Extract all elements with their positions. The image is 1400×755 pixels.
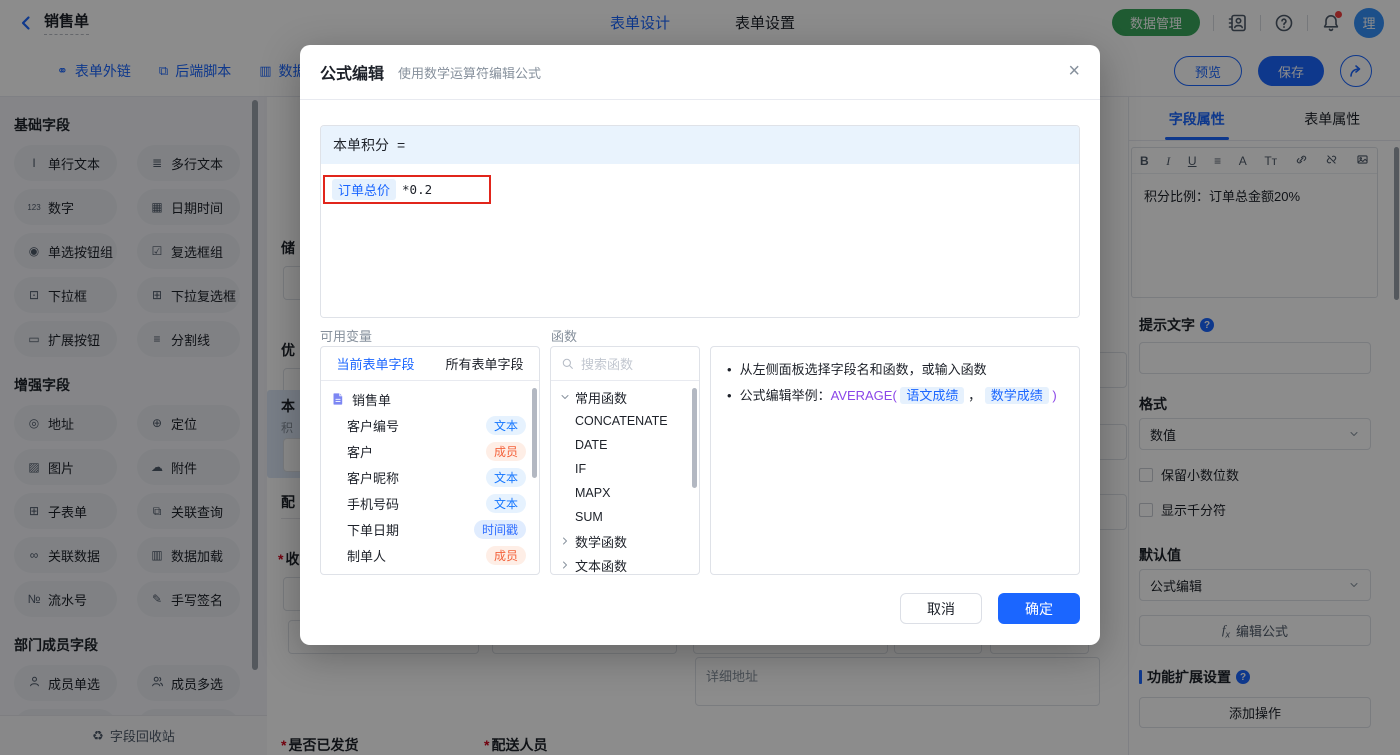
example-field-chip: 数学成绩 [984,387,1049,404]
function-group[interactable]: 常用函数 [551,385,699,409]
functions-panel: 搜索函数 常用函数 CONCATENATE DATE IF MAPX SUM 数学函数文本函… [550,346,700,575]
formula-content[interactable]: 订单总价 *0.2 [321,164,1079,317]
equals-sign: = [397,137,406,153]
formula-target-strip: 本单积分 = [321,126,1079,164]
variables-tabs: 当前表单字段 所有表单字段 [321,347,539,381]
form-tree-node[interactable]: 销售单 [321,386,539,412]
variable-field-name: 下单日期 [347,522,400,538]
function-group[interactable]: 文本函数 [551,553,699,574]
function-item[interactable]: CONCATENATE [551,409,699,433]
formula-highlight-annotation: 订单总价 *0.2 [323,175,491,204]
function-item[interactable]: MAPX [551,481,699,505]
close-icon[interactable]: × [1068,61,1080,81]
variables-label: 可用变量 [320,329,373,344]
field-chip[interactable]: 订单总价 [332,179,397,200]
variable-field-row[interactable]: 客户昵称 文本 [321,464,539,490]
function-group[interactable]: 数学函数 [551,529,699,553]
chevron-down-icon [559,391,571,403]
form-name: 销售单 [352,392,392,408]
example-field-chip: 语文成绩 [900,387,965,404]
form-file-icon [331,392,345,406]
function-group-label: 常用函数 [575,390,628,406]
function-search-input[interactable]: 搜索函数 [551,347,699,381]
variables-list: 销售单 客户编号 文本 客户 成员 客户昵称 文本 手机号码 文本 下单日期 时间戳 制单人 成员 [321,381,539,575]
chevron-right-icon [559,535,571,547]
variables-tab-1[interactable]: 当前表单字段 [321,347,430,380]
variable-field-name: 制单人 [347,548,387,564]
functions-list: 常用函数 CONCATENATE DATE IF MAPX SUM 数学函数文本函数 [551,381,699,574]
variable-field-row[interactable]: 客户 成员 [321,438,539,464]
functions-label: 函数 [551,329,578,344]
variable-field-row[interactable]: 客户编号 文本 [321,412,539,438]
function-item[interactable]: SUM [551,505,699,529]
search-icon [562,358,573,369]
functions-scrollbar[interactable] [692,388,697,488]
help-tip-2: • 公式编辑举例：AVERAGE( 语文成绩 ， 数学成绩 ) [727,387,1057,404]
variable-field-row[interactable]: 手机号码 文本 [321,490,539,516]
field-type-badge: 文本 [485,493,526,513]
confirm-button[interactable]: 确定 [998,593,1080,624]
target-field-name: 本单积分 [333,137,389,153]
field-type-badge: 文本 [485,415,526,435]
field-type-badge: 文本 [485,467,526,487]
variable-field-name: 客户编号 [347,418,400,434]
function-group-label: 文本函数 [575,558,628,574]
field-type-badge: 成员 [485,441,526,461]
page: 销售单 表单设计表单设置 数据管理 理 ⚭表单外链⧉后端脚本▥数据权限 预览 [0,0,1400,755]
field-type-badge: 成员 [485,545,526,565]
variable-field-name: 客户昵称 [347,470,400,486]
field-type-badge [506,574,526,575]
function-item[interactable]: IF [551,457,699,481]
chevron-right-icon [559,559,571,571]
variables-panel: 当前表单字段 所有表单字段 销售单 客户编号 文本 客户 成员 客户昵称 文本 手机号码 文本 下单… [320,346,540,575]
modal-title: 公式编辑 [320,66,385,83]
field-type-badge: 时间戳 [473,519,526,539]
cancel-button[interactable]: 取消 [900,593,982,624]
function-group-label: 数学函数 [575,534,628,550]
variable-field-name: 手机号码 [347,496,400,512]
formula-editor-box[interactable]: 本单积分 = 订单总价 *0.2 [320,125,1080,318]
variable-field-row[interactable] [321,568,539,575]
variable-field-name: 客户 [347,444,374,460]
formula-expression: *0.2 [402,182,433,197]
variable-field-row[interactable]: 制单人 成员 [321,542,539,568]
variables-tab-2[interactable]: 所有表单字段 [430,347,539,380]
function-name-example: AVERAGE( [830,388,897,403]
function-item[interactable]: DATE [551,433,699,457]
variable-field-row[interactable]: 下单日期 时间戳 [321,516,539,542]
help-tip-1: • 从左侧面板选择字段名和函数，或输入函数 [727,362,987,377]
modal-header: 公式编辑 使用数学运算符编辑公式 × [300,45,1100,100]
search-placeholder: 搜索函数 [581,357,634,372]
formula-editor-modal: 公式编辑 使用数学运算符编辑公式 × 本单积分 = 订单总价 *0.2 可用变量… [300,45,1100,645]
modal-subtitle: 使用数学运算符编辑公式 [398,65,542,81]
variables-scrollbar[interactable] [532,388,537,478]
formula-help-panel: • 从左侧面板选择字段名和函数，或输入函数 • 公式编辑举例：AVERAGE( … [710,346,1080,575]
